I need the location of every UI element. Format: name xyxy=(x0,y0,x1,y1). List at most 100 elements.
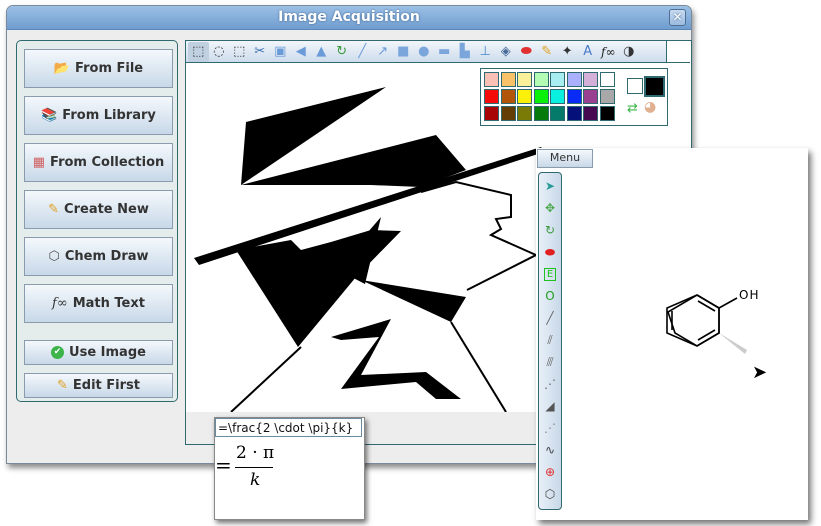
triple-bond-icon: ⫻ xyxy=(546,354,554,369)
select-arrow-icon: ➤ xyxy=(544,179,556,193)
color-swatch[interactable] xyxy=(500,72,516,87)
tool-rectangle-select-button[interactable]: ⬚ xyxy=(188,41,209,62)
tool-ellipse-select-button[interactable]: ◌ xyxy=(209,42,230,62)
window-title: Image Acquisition xyxy=(278,9,420,25)
tool-contrast-button[interactable]: ◑ xyxy=(619,42,640,62)
chem-tool-charge-button[interactable]: ⊕ xyxy=(540,462,560,482)
color-swatch[interactable] xyxy=(484,89,499,104)
face-outline xyxy=(420,180,539,291)
fraction-numerator: 2 · π xyxy=(236,443,275,463)
tool-polygon-button[interactable]: ▙ xyxy=(455,42,476,62)
color-swatch[interactable] xyxy=(583,106,598,121)
chem-tool-wavy-bond-button[interactable]: ∿ xyxy=(540,440,560,460)
chem-tool-hash-bond-button[interactable]: ⋰ xyxy=(540,418,560,438)
tool-flip-horizontal-button[interactable]: ◀ xyxy=(291,42,312,62)
color-swatch[interactable] xyxy=(566,106,582,121)
color-swatch[interactable] xyxy=(599,89,615,104)
use-image-button[interactable]: ✔ Use Image xyxy=(24,340,173,365)
tool-magic-wand-button[interactable]: ✦ xyxy=(557,42,578,62)
molecule-canvas[interactable] xyxy=(636,268,796,388)
tool-crop-button[interactable]: ▣ xyxy=(270,42,291,62)
from-collection-button[interactable]: ▦ From Collection xyxy=(24,143,173,182)
tool-free-select-button[interactable]: ⬚ xyxy=(229,42,250,62)
tool-stamp-button[interactable]: ⊥ xyxy=(475,42,496,62)
color-swatch[interactable] xyxy=(517,72,532,87)
color-swatch[interactable] xyxy=(599,106,615,121)
chem-tool-wedge-bond-button[interactable]: ◢ xyxy=(540,396,560,416)
color-swatch[interactable] xyxy=(484,106,499,121)
arrow-icon: ↗ xyxy=(377,44,389,59)
color-swatch[interactable] xyxy=(533,106,549,121)
chem-tool-move-button[interactable]: ✥ xyxy=(540,198,560,218)
color-swatch[interactable] xyxy=(500,106,516,121)
chem-tool-triple-bond-button[interactable]: ⫻ xyxy=(540,352,560,372)
rotate-icon: ↻ xyxy=(336,44,348,59)
chem-tool-single-bond-button[interactable]: ╱ xyxy=(540,308,560,328)
chem-draw-label: Chem Draw xyxy=(64,249,149,264)
color-swatch[interactable] xyxy=(533,72,549,87)
color-swatch[interactable] xyxy=(533,89,549,104)
color-swatch[interactable] xyxy=(599,72,615,87)
tool-math-text-button[interactable]: f∞ xyxy=(598,42,619,62)
title-bar[interactable]: Image Acquisition ✕ xyxy=(7,6,691,30)
tool-add-text-button[interactable]: A xyxy=(578,42,599,62)
chem-tool-double-bond-button[interactable]: ⫽ xyxy=(540,330,560,350)
hash-bond-icon: ⋰ xyxy=(544,421,556,435)
color-swatch[interactable] xyxy=(550,72,565,87)
tool-arrow-button[interactable]: ↗ xyxy=(373,42,394,62)
color-swatch[interactable] xyxy=(550,106,565,121)
edit-first-button[interactable]: ✎ Edit First xyxy=(24,373,173,398)
source-panel: 📂 From File 📚 From Library ▦ From Collec… xyxy=(16,40,178,402)
menu-button[interactable]: Menu xyxy=(537,149,593,168)
chem-tool-rotate-button[interactable]: ↻ xyxy=(540,220,560,240)
color-swatch[interactable] xyxy=(517,89,532,104)
tool-ellipse-button[interactable]: ● xyxy=(414,42,435,62)
tool-cut-button[interactable]: ✂ xyxy=(250,42,271,62)
background-color-swatch[interactable] xyxy=(644,76,665,97)
color-swatch[interactable] xyxy=(550,89,565,104)
color-swatch[interactable] xyxy=(583,89,598,104)
create-new-label: Create New xyxy=(64,202,149,217)
chem-tool-ring-button[interactable]: ⬡ xyxy=(540,484,560,504)
from-library-button[interactable]: 📚 From Library xyxy=(24,96,173,135)
color-palette-icon[interactable]: ◕ xyxy=(644,99,656,115)
color-swatch[interactable] xyxy=(566,89,582,104)
tool-eraser-button[interactable]: ⬬ xyxy=(516,42,537,62)
chem-draw-button[interactable]: ⬡ Chem Draw xyxy=(24,237,173,276)
tool-fill-bucket-button[interactable]: ◈ xyxy=(496,42,517,62)
chem-tool-element-button[interactable]: E xyxy=(540,264,560,284)
math-text-icon: f∞ xyxy=(601,44,616,59)
tool-rectangle-button[interactable]: ■ xyxy=(393,42,414,62)
foreground-color-swatch[interactable] xyxy=(627,78,643,94)
rounded-rectangle-icon: ▬ xyxy=(438,44,451,59)
latex-input[interactable]: =\frac{2 \cdot \pi}{k} xyxy=(215,418,362,437)
color-swatch[interactable] xyxy=(583,72,598,87)
single-bond-icon: ╱ xyxy=(546,311,554,325)
tool-line-button[interactable]: ╱ xyxy=(352,42,373,62)
line-icon: ╱ xyxy=(358,44,367,59)
swap-colors-icon[interactable]: ⇄ xyxy=(627,101,638,116)
tool-pencil-button[interactable]: ✎ xyxy=(537,42,558,62)
benzene-ring-path xyxy=(666,294,720,347)
bond-to-oh xyxy=(718,297,738,309)
tool-flip-vertical-button[interactable]: ▲ xyxy=(311,42,332,62)
math-text-button[interactable]: f∞ Math Text xyxy=(24,284,173,323)
color-swatch[interactable] xyxy=(566,72,582,87)
flip-horizontal-icon: ◀ xyxy=(295,44,306,59)
chem-tool-dotted-bond-button[interactable]: ⋰ xyxy=(540,374,560,394)
fraction-denominator: k xyxy=(250,470,261,490)
color-swatch[interactable] xyxy=(484,72,499,87)
eraser-icon: ⬬ xyxy=(544,244,556,259)
tool-rounded-rectangle-button[interactable]: ▬ xyxy=(434,42,455,62)
color-swatch[interactable] xyxy=(517,106,532,121)
chem-tool-oxygen-group-button[interactable]: O xyxy=(540,286,560,306)
chem-tool-eraser-button[interactable]: ⬬ xyxy=(540,242,560,262)
from-file-button[interactable]: 📂 From File xyxy=(24,49,173,88)
from-file-label: From File xyxy=(75,61,144,76)
create-new-button[interactable]: ✎ Create New xyxy=(24,190,173,229)
tool-rotate-button[interactable]: ↻ xyxy=(332,42,353,62)
math-preview: = 2 · π k xyxy=(215,443,285,493)
chem-tool-select-arrow-button[interactable]: ➤ xyxy=(540,176,560,196)
color-swatch[interactable] xyxy=(500,89,516,104)
close-button[interactable]: ✕ xyxy=(669,9,686,26)
